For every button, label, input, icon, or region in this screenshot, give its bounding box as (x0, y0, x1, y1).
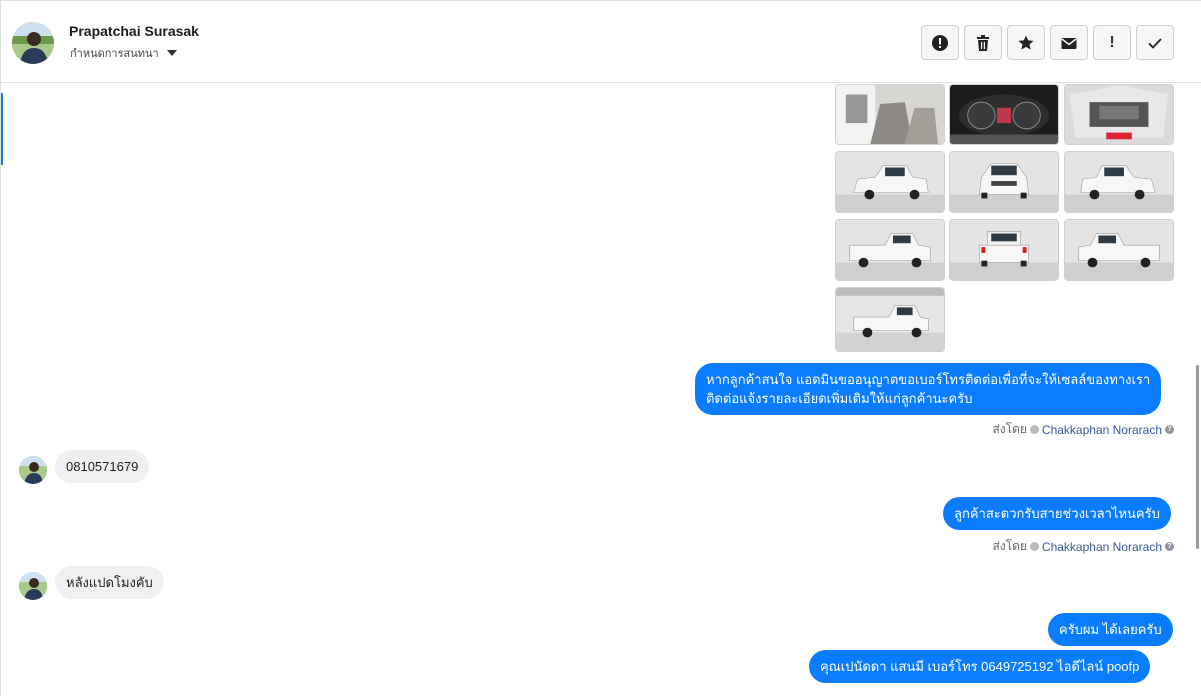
conversation-panel: Prapatchai Surasak กำหนดการสนทนา ! หากลู… (0, 0, 1201, 696)
photo-pickup-front-left[interactable] (835, 151, 945, 213)
outgoing-message-bubble[interactable]: หากลูกค้าสนใจ แอดมินขออนุญาตขอเบอร์โทรติ… (695, 363, 1162, 415)
message-text: คุณเปนัดดา แสนมี เบอร์โทร 0649725192 ไอด… (820, 659, 1140, 674)
sent-by-label: ส่งโดย (992, 422, 1027, 436)
message-text: ครับผม ได้เลยครับ (1059, 622, 1162, 637)
outgoing-message-bubble[interactable]: คุณเปนัดดา แสนมี เบอร์โทร 0649725192 ไอด… (809, 650, 1151, 683)
message-text: 0810571679 (66, 459, 139, 474)
assign-label: กำหนดการสนทนา (70, 48, 159, 60)
photo-pickup-front[interactable] (949, 151, 1059, 213)
contact-avatar[interactable] (12, 22, 54, 64)
conversation-header: Prapatchai Surasak กำหนดการสนทนา ! (1, 1, 1201, 83)
trash-icon (977, 34, 989, 51)
incoming-message-bubble[interactable]: 0810571679 (55, 450, 150, 483)
help-icon[interactable]: ? (1165, 542, 1174, 551)
sent-by-row: ส่งโดย Chakkaphan Norarach ? (992, 420, 1174, 439)
sent-by-label: ส่งโดย (992, 539, 1027, 553)
photo-pickup-side[interactable] (835, 287, 945, 352)
photo-pickup-rear-left[interactable] (835, 219, 945, 281)
sent-by-row: ส่งโดย Chakkaphan Norarach ? (992, 537, 1174, 556)
caret-down-icon (166, 50, 177, 56)
outgoing-message-bubble[interactable]: ลูกค้าสะดวกรับสายช่วงเวลาไหนครับ (943, 497, 1171, 530)
alert-circle-icon (932, 34, 948, 51)
envelope-icon (1061, 37, 1077, 49)
verified-check-icon (1029, 542, 1039, 551)
mark-done-button[interactable] (1136, 25, 1174, 60)
checkmark-icon (1148, 37, 1162, 49)
help-icon[interactable]: ? (1165, 425, 1174, 434)
verified-check-icon (1029, 425, 1039, 434)
delete-button[interactable] (964, 25, 1002, 60)
photo-pickup-front-right[interactable] (1064, 151, 1174, 213)
message-text: หลังแปดโมงคับ (66, 575, 153, 590)
header-actions: ! (921, 25, 1174, 60)
photo-interior-seats[interactable] (835, 84, 945, 145)
active-indicator (1, 93, 3, 165)
mark-unread-button[interactable] (1050, 25, 1088, 60)
photo-pickup-rear[interactable] (949, 219, 1059, 281)
star-icon (1018, 35, 1034, 50)
message-text-line-2: ติดต่อแจ้งรายละเอียดเพิ่มเติมให้แก่ลูกค้… (706, 391, 973, 406)
photo-pickup-rear-right[interactable] (1064, 219, 1174, 281)
agent-name-link[interactable]: Chakkaphan Norarach (1042, 540, 1162, 554)
photo-engine-bay[interactable] (1064, 84, 1174, 145)
message-text: ลูกค้าสะดวกรับสายช่วงเวลาไหนครับ (954, 506, 1160, 521)
exclamation-icon: ! (1109, 33, 1115, 51)
outgoing-message-bubble[interactable]: ครับผม ได้เลยครับ (1048, 613, 1173, 646)
follow-up-button[interactable]: ! (1093, 25, 1131, 60)
contact-avatar-small[interactable] (19, 456, 47, 484)
agent-name-link[interactable]: Chakkaphan Norarach (1042, 423, 1162, 437)
spam-alert-button[interactable] (921, 25, 959, 60)
incoming-message-bubble[interactable]: หลังแปดโมงคับ (55, 566, 164, 599)
star-button[interactable] (1007, 25, 1045, 60)
contact-name[interactable]: Prapatchai Surasak (69, 23, 199, 39)
messages-scrollbar[interactable] (1196, 365, 1199, 549)
contact-avatar-small[interactable] (19, 572, 47, 600)
assign-conversation-dropdown[interactable]: กำหนดการสนทนา (70, 44, 177, 62)
message-text-line-1: หากลูกค้าสนใจ แอดมินขออนุญาตขอเบอร์โทรติ… (706, 372, 1151, 387)
photo-dashboard-gauges[interactable] (949, 84, 1059, 145)
